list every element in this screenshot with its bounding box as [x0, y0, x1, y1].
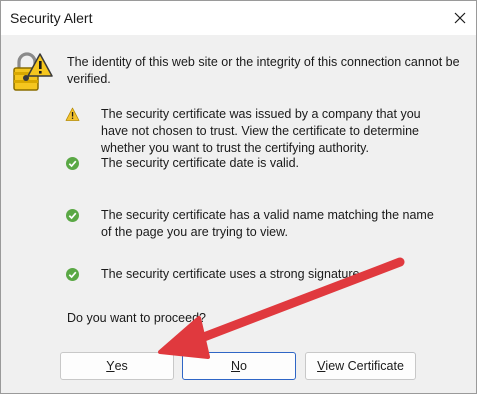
item-line: The security certificate has a valid nam… [101, 208, 434, 222]
proceed-question: Do you want to proceed? [67, 311, 206, 325]
item-line: have not chosen to trust. View the certi… [101, 124, 419, 138]
item-line: The security certificate uses a strong s… [101, 267, 363, 281]
security-alert-dialog: Security Alert The identity of this web … [0, 0, 477, 394]
item-line: The security certificate date is valid. [101, 156, 299, 170]
button-label: es [114, 359, 128, 373]
item-line: The security certificate was issued by a… [101, 107, 421, 121]
dialog-title: Security Alert [10, 10, 93, 26]
intro-text: The identity of this web site or the int… [67, 55, 460, 86]
yes-button[interactable]: Yes [60, 352, 174, 380]
accelerator-key: Y [106, 359, 115, 373]
check-circle-icon [66, 157, 79, 170]
button-label: iew Certificate [325, 359, 404, 373]
lock-warning-icon [13, 52, 53, 91]
no-button[interactable]: No [182, 352, 296, 380]
title-bar: Security Alert [1, 1, 476, 35]
close-button[interactable] [443, 1, 476, 35]
item-line: of the page you are trying to view. [101, 225, 288, 239]
check-circle-icon [66, 268, 79, 281]
check-circle-icon [66, 209, 79, 222]
warning-icon [65, 107, 80, 121]
button-label: o [240, 359, 247, 373]
view-certificate-button[interactable]: View Certificate [305, 352, 416, 380]
close-icon [454, 12, 465, 24]
accelerator-key: N [231, 359, 241, 373]
accelerator-key: V [317, 359, 326, 373]
